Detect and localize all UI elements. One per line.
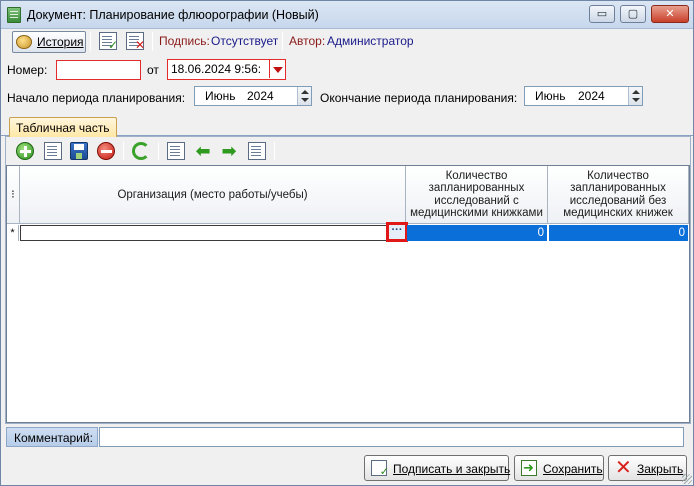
toolbar-separator — [123, 142, 124, 160]
signature-status: Отсутствует — [211, 34, 279, 48]
date-field[interactable]: 18.06.2024 9:56: — [167, 59, 286, 80]
delete-row-icon[interactable] — [97, 142, 115, 160]
date-value: 18.06.2024 9:56: — [171, 62, 262, 76]
signature-label: Подпись: — [159, 34, 210, 48]
period-end-year: 2024 — [578, 89, 605, 103]
tab-label: Табличная часть — [16, 121, 110, 135]
period-start-field[interactable]: Июнь 2024 — [194, 86, 312, 106]
comment-field[interactable] — [99, 427, 684, 447]
refresh-icon[interactable] — [132, 142, 150, 160]
spin-up-icon[interactable] — [632, 90, 640, 94]
without-books-cell[interactable]: 0 — [549, 225, 689, 241]
arrow-left-icon[interactable]: ⬅ — [194, 142, 212, 160]
add-row-icon[interactable] — [16, 142, 34, 160]
close-window-button[interactable]: ✕ — [651, 5, 689, 23]
document-toolbar: История ✓ ✕ Подпись: Отсутствует Автор: … — [1, 29, 693, 54]
spin-up-icon[interactable] — [301, 90, 309, 94]
select-organization-button[interactable]: ··· — [386, 222, 408, 242]
period-end-spinner[interactable] — [628, 87, 642, 105]
period-end-month: Июнь — [535, 89, 566, 103]
toolbar-separator — [274, 142, 275, 160]
author-label: Автор: — [289, 34, 326, 48]
move-up-doc-icon[interactable] — [167, 142, 185, 160]
column-header-organization[interactable]: Организация (место работы/учебы) — [20, 166, 406, 224]
sign-and-close-button[interactable]: Подписать и закрыть — [364, 455, 511, 481]
unsign-document-icon[interactable]: ✕ — [126, 32, 145, 52]
author-value: Администратор — [327, 34, 414, 48]
maximize-button[interactable]: ▢ — [620, 5, 646, 23]
history-button[interactable]: История — [12, 31, 86, 53]
resize-grip-icon[interactable] — [682, 474, 692, 484]
save-row-icon[interactable] — [70, 142, 88, 160]
toolbar-separator — [90, 32, 91, 51]
edit-row-icon[interactable] — [44, 142, 62, 160]
grid-menu-icon: ⁝ — [11, 188, 15, 201]
column-header-without-books[interactable]: Количество запланированных исследований … — [548, 166, 689, 224]
comment-label: Комментарий: — [6, 427, 98, 447]
sign-document-icon[interactable]: ✓ — [99, 32, 118, 52]
date-dropdown-button[interactable] — [269, 60, 285, 78]
period-start-spinner[interactable] — [297, 87, 311, 105]
number-label: Номер: — [7, 63, 48, 77]
period-end-label: Окончание периода планирования: — [320, 91, 518, 105]
save-icon — [521, 460, 537, 476]
organization-cell[interactable] — [20, 225, 406, 241]
minimize-button[interactable]: ▭ — [589, 5, 615, 23]
window-title: Документ: Планирование флюорографии (Нов… — [27, 8, 319, 22]
row-indicator[interactable]: * — [7, 225, 19, 241]
sign-and-close-label: Подписать и закрыть — [393, 462, 511, 476]
toolbar-separator — [282, 32, 283, 51]
period-start-label: Начало периода планирования: — [7, 91, 186, 105]
document-icon — [7, 7, 21, 23]
data-grid[interactable]: ⁝ Организация (место работы/учебы) Колич… — [6, 165, 690, 423]
number-field[interactable] — [56, 60, 141, 80]
sign-icon — [371, 460, 389, 478]
save-button[interactable]: Сохранить — [514, 455, 604, 481]
row-selector-header[interactable]: ⁝ — [7, 166, 20, 224]
title-bar[interactable]: Документ: Планирование флюорографии (Нов… — [1, 1, 693, 29]
spin-down-icon[interactable] — [632, 98, 640, 102]
date-from-label: от — [147, 63, 159, 77]
check-mark-icon: ✓ — [107, 38, 118, 52]
close-label: Закрыть — [637, 462, 684, 476]
close-icon: ✕ — [615, 457, 632, 479]
move-down-doc-icon[interactable] — [248, 142, 266, 160]
with-books-cell[interactable]: 0 — [407, 225, 548, 241]
spin-down-icon[interactable] — [301, 98, 309, 102]
tab-table-part[interactable]: Табличная часть — [9, 117, 117, 137]
save-label: Сохранить — [543, 462, 603, 476]
close-button[interactable]: ✕ Закрыть — [608, 455, 687, 481]
history-icon — [16, 35, 32, 49]
grid-toolbar: ⬅ ➡ — [6, 138, 690, 164]
history-label: История — [37, 35, 84, 49]
toolbar-separator — [158, 142, 159, 160]
period-start-month: Июнь — [205, 89, 236, 103]
column-header-with-books[interactable]: Количество запланированных исследований … — [406, 166, 548, 224]
x-mark-icon: ✕ — [134, 38, 145, 52]
toolbar-separator — [152, 32, 153, 51]
period-start-year: 2024 — [247, 89, 274, 103]
document-window: Документ: Планирование флюорографии (Нов… — [0, 0, 694, 486]
arrow-right-icon[interactable]: ➡ — [220, 142, 238, 160]
period-end-field[interactable]: Июнь 2024 — [524, 86, 643, 106]
